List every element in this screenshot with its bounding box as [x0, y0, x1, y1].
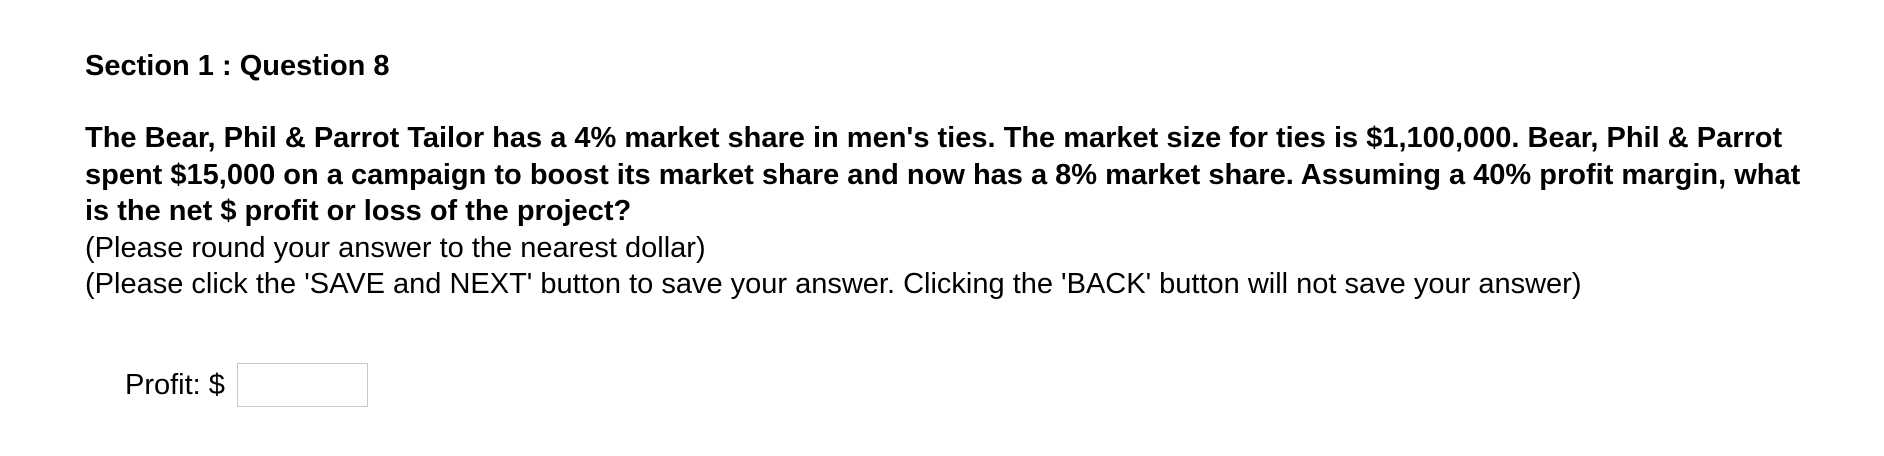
rounding-instruction: (Please round your answer to the nearest… [85, 231, 706, 264]
profit-label: Profit: $ [125, 369, 225, 401]
question-text: The Bear, Phil & Parrot Tailor has a 4% … [85, 122, 1801, 227]
answer-row: Profit: $ [125, 360, 368, 410]
save-instruction: (Please click the 'SAVE and NEXT' button… [85, 268, 1582, 300]
profit-input[interactable] [236, 363, 368, 407]
question-panel: Section 1 : Question 8 The Bear, Phil & … [85, 48, 1825, 303]
section-heading: Section 1 : Question 8 [85, 50, 390, 82]
